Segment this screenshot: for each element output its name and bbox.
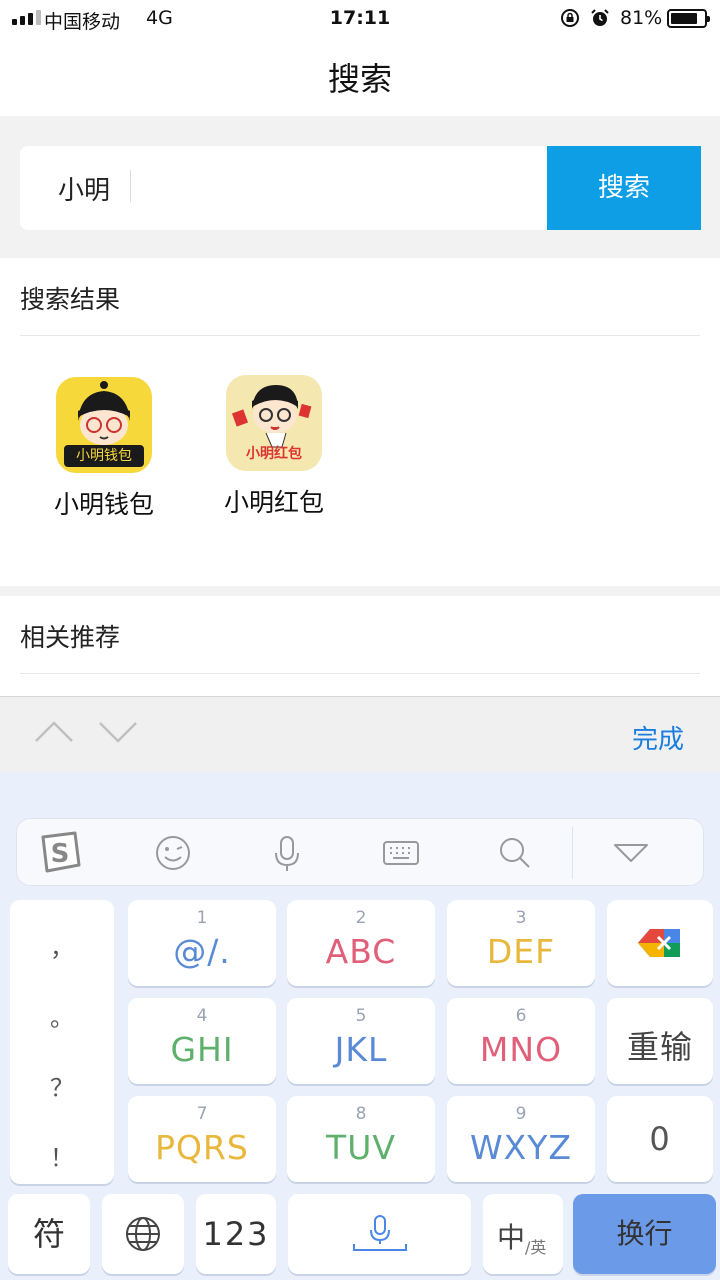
lang-main-label: 中 xyxy=(497,1221,526,1254)
collapse-icon[interactable] xyxy=(611,833,651,873)
svg-text:S: S xyxy=(51,839,70,869)
results-title: 搜索结果 xyxy=(20,285,121,314)
status-bar: 中国移动 4G 17:11 81% xyxy=(0,0,720,38)
divider xyxy=(20,673,700,674)
text-cursor xyxy=(130,170,131,202)
key-3[interactable]: 3 DEF xyxy=(447,900,595,986)
key-number: 4 xyxy=(196,1006,208,1026)
punct-period[interactable]: 。 xyxy=(10,998,114,1033)
language-switch-key[interactable]: 中 /英 xyxy=(483,1194,563,1274)
key-letters: JKL xyxy=(334,1030,388,1069)
enter-key[interactable]: 换行 xyxy=(573,1194,716,1274)
toolbar-divider xyxy=(572,827,573,879)
punctuation-column[interactable]: ， 。 ？ ！ xyxy=(10,900,114,1184)
microphone-icon[interactable] xyxy=(267,833,307,873)
key-number: 1 xyxy=(196,908,208,928)
keyboard-toolbar: S xyxy=(16,818,704,886)
keyboard-accessory-bar: 完成 xyxy=(0,696,720,772)
key-number: 3 xyxy=(515,908,527,928)
key-label: 0 xyxy=(649,1120,671,1158)
punct-exclaim[interactable]: ！ xyxy=(10,1138,114,1173)
sogou-logo-icon[interactable]: S xyxy=(37,829,83,875)
xiaoming-redpacket-icon: 小明红包 xyxy=(226,375,322,471)
key-letters: WXYZ xyxy=(469,1128,572,1167)
page-title: 搜索 xyxy=(327,60,392,98)
key-number: 6 xyxy=(515,1006,527,1026)
nav-bar: 搜索 xyxy=(0,38,720,116)
globe-icon xyxy=(126,1217,160,1251)
search-icon[interactable] xyxy=(495,833,535,873)
app-result-xiaoming-wallet[interactable]: 小明钱包 小明钱包 xyxy=(24,377,184,521)
search-button[interactable]: 搜索 xyxy=(547,146,701,230)
done-button[interactable]: 完成 xyxy=(632,719,684,756)
numbers-key[interactable]: 123 xyxy=(196,1194,276,1274)
previous-field-icon[interactable] xyxy=(34,717,74,747)
key-letters: PQRS xyxy=(155,1128,249,1167)
symbol-key[interactable]: 符 xyxy=(8,1194,90,1274)
reinput-key[interactable]: 重输 xyxy=(607,998,713,1084)
status-time: 17:11 xyxy=(329,7,391,29)
key-letters: ABC xyxy=(325,932,397,971)
punct-comma[interactable]: ， xyxy=(10,928,114,963)
search-input[interactable]: 小明 xyxy=(20,146,548,230)
key-number: 7 xyxy=(196,1104,208,1124)
delete-key[interactable] xyxy=(607,900,713,986)
key-label: 重输 xyxy=(626,1028,693,1066)
key-number: 9 xyxy=(515,1104,527,1124)
related-title: 相关推荐 xyxy=(20,623,121,652)
key-5[interactable]: 5 JKL xyxy=(287,998,435,1084)
key-letters: GHI xyxy=(170,1030,234,1069)
key-letters: @/. xyxy=(173,932,231,971)
key-6[interactable]: 6 MNO xyxy=(447,998,595,1084)
key-number: 8 xyxy=(355,1104,367,1124)
alarm-icon xyxy=(591,9,609,26)
app-icon-label: 小明钱包 xyxy=(64,445,144,467)
search-input-value: 小明 xyxy=(58,176,111,206)
next-field-icon[interactable] xyxy=(98,717,138,747)
rotation-lock-icon xyxy=(561,9,579,27)
search-results-section: 搜索结果 小明钱包 小明钱包 小明红包 小明红包 xyxy=(0,258,720,586)
key-number: 2 xyxy=(355,908,367,928)
space-key[interactable] xyxy=(288,1194,471,1274)
key-7[interactable]: 7 PQRS xyxy=(128,1096,276,1182)
app-icon-label: 小明红包 xyxy=(246,446,302,462)
emoji-icon[interactable] xyxy=(153,833,193,873)
app-result-xiaoming-redpacket[interactable]: 小明红包 小明红包 xyxy=(194,375,354,519)
key-1[interactable]: 1 @/. xyxy=(128,900,276,986)
app-name: 小明钱包 xyxy=(53,490,154,519)
key-letters: DEF xyxy=(486,932,556,971)
backspace-icon xyxy=(638,929,680,957)
key-number: 5 xyxy=(355,1006,367,1026)
key-letters: MNO xyxy=(479,1030,563,1069)
key-8[interactable]: 8 TUV xyxy=(287,1096,435,1182)
keyboard: S ， 。 ？ ！ 1 @/. 2 ABC 3 DEF 4 GHI 5 JKL … xyxy=(0,772,720,1280)
key-letters: TUV xyxy=(326,1128,396,1167)
battery-icon xyxy=(667,9,710,28)
battery-percent: 81% xyxy=(620,7,663,29)
voice-input-icon xyxy=(352,1215,407,1251)
key-9[interactable]: 9 WXYZ xyxy=(447,1096,595,1182)
punct-question[interactable]: ？ xyxy=(10,1068,114,1103)
xiaoming-wallet-icon: 小明钱包 xyxy=(56,377,152,473)
related-section: 相关推荐 xyxy=(0,596,720,696)
globe-key[interactable] xyxy=(102,1194,184,1274)
lang-sub-label: /英 xyxy=(525,1238,547,1257)
app-name: 小明红包 xyxy=(223,488,324,517)
key-0[interactable]: 0 xyxy=(607,1096,713,1182)
key-4[interactable]: 4 GHI xyxy=(128,998,276,1084)
divider xyxy=(20,335,700,336)
key-2[interactable]: 2 ABC xyxy=(287,900,435,986)
keyboard-icon[interactable] xyxy=(381,833,421,873)
search-area: 小明 搜索 xyxy=(0,116,720,258)
